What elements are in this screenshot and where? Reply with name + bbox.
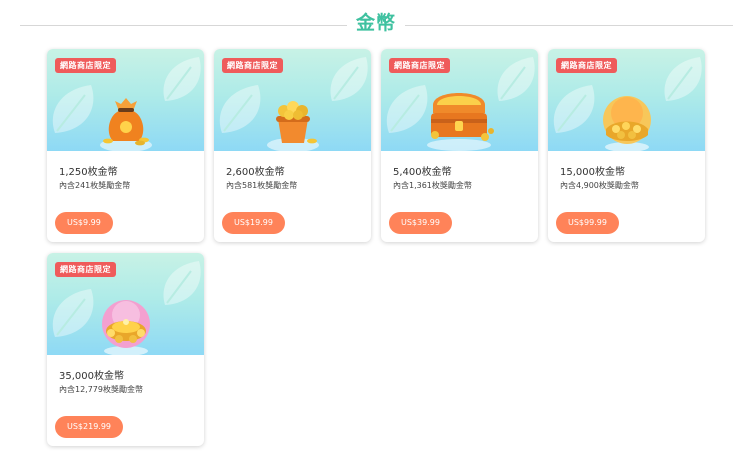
coin-pile-icon <box>603 96 651 151</box>
web-store-exclusive-badge: 網路商店限定 <box>222 58 283 73</box>
bonus-coins-text: 內含241枚獎勵金幣 <box>59 181 131 190</box>
bonus-coins-text: 內含1,361枚獎勵金幣 <box>393 181 472 190</box>
coin-treasure-icon <box>102 300 150 355</box>
price-button[interactable]: US$9.99 <box>55 212 113 234</box>
coin-amount: 5,400枚金幣 <box>393 167 452 178</box>
section-header: 金幣 <box>0 8 750 38</box>
coin-amount: 2,600枚金幣 <box>226 167 285 178</box>
leaf-watermark-icon <box>497 57 535 101</box>
header-divider-right <box>405 25 733 26</box>
bonus-coins-text: 內含581枚獎勵金幣 <box>226 181 298 190</box>
product-card[interactable]: 網路商店限定 1,250枚金幣 內含241枚獎勵金幣 US$9.99 <box>47 49 204 242</box>
price-button[interactable]: US$99.99 <box>556 212 619 234</box>
product-card[interactable]: 網路商店限定 15,000枚金幣 內含4,900枚獎勵金幣 US$99.99 <box>548 49 705 242</box>
web-store-exclusive-badge: 網路商店限定 <box>389 58 450 73</box>
bonus-coins-text: 內含4,900枚獎勵金幣 <box>560 181 639 190</box>
product-card[interactable]: 網路商店限定 5,400枚金幣 內含1,361枚獎勵金幣 US$39.99 <box>381 49 538 242</box>
web-store-exclusive-badge: 網路商店限定 <box>55 58 116 73</box>
web-store-exclusive-badge: 網路商店限定 <box>55 262 116 277</box>
coin-bucket-icon <box>267 101 319 151</box>
price-button[interactable]: US$39.99 <box>389 212 452 234</box>
coin-amount: 15,000枚金幣 <box>560 167 625 178</box>
leaf-watermark-icon <box>163 57 201 101</box>
coin-amount: 35,000枚金幣 <box>59 371 124 382</box>
product-card[interactable]: 網路商店限定 35,000枚金幣 內含12,779枚獎勵金幣 US$219.99 <box>47 253 204 446</box>
price-button[interactable]: US$19.99 <box>222 212 285 234</box>
header-divider-left <box>20 25 347 26</box>
price-button[interactable]: US$219.99 <box>55 416 124 438</box>
coin-bag-icon <box>100 98 152 151</box>
product-card[interactable]: 網路商店限定 2,600枚金幣 內含581枚獎勵金幣 US$19.99 <box>214 49 371 242</box>
leaf-watermark-icon <box>163 261 201 305</box>
coin-chest-icon <box>427 93 494 151</box>
section-title: 金幣 <box>355 12 396 34</box>
web-store-exclusive-badge: 網路商店限定 <box>556 58 617 73</box>
leaf-watermark-icon <box>664 57 702 101</box>
bonus-coins-text: 內含12,779枚獎勵金幣 <box>59 385 143 394</box>
coin-amount: 1,250枚金幣 <box>59 167 118 178</box>
leaf-watermark-icon <box>330 57 368 101</box>
